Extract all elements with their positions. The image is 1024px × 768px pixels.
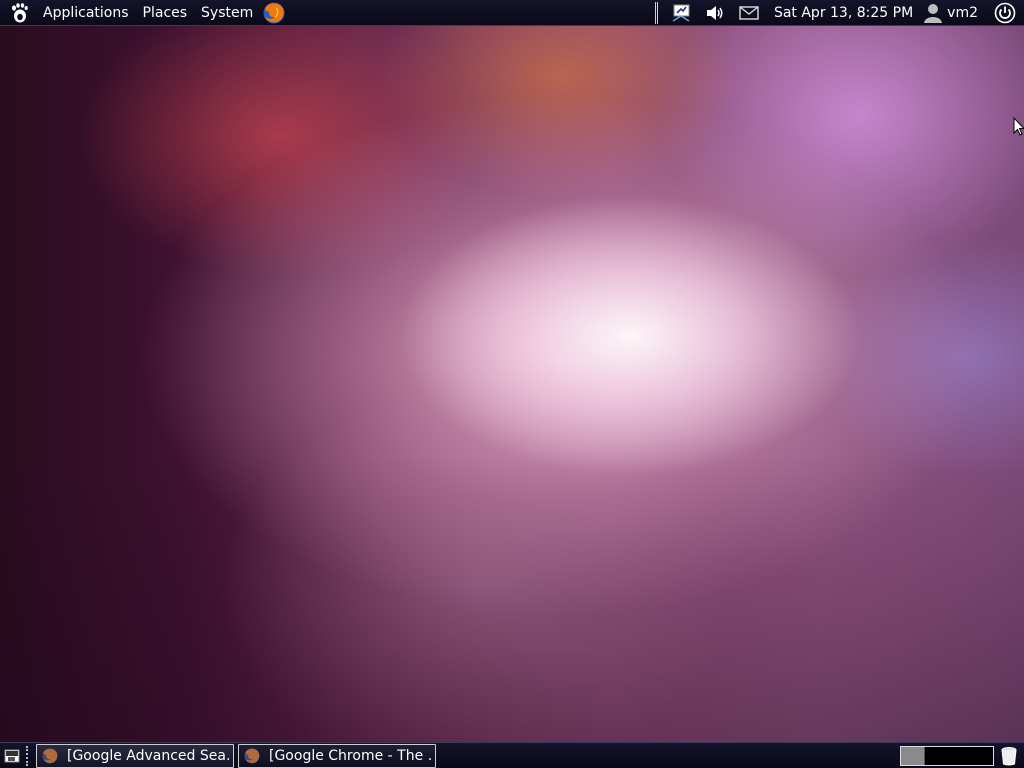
workspace-3[interactable]: [947, 746, 971, 765]
workspace-4[interactable]: [970, 746, 993, 765]
task-label: [Google Chrome - The …: [269, 747, 431, 764]
show-desktop-icon: [4, 749, 20, 762]
menu-system[interactable]: System: [194, 0, 260, 26]
task-google-advanced-search[interactable]: [Google Advanced Sea…: [36, 743, 234, 768]
user-name[interactable]: vm2: [947, 5, 978, 21]
menu-applications[interactable]: Applications: [36, 0, 136, 26]
main-menu: Applications Places System: [0, 0, 286, 25]
bottom-panel: [Google Advanced Sea… [Google Chrome - T…: [0, 742, 1024, 768]
firefox-launcher-icon[interactable]: [262, 1, 286, 25]
volume-icon[interactable]: [704, 2, 726, 24]
power-icon[interactable]: [994, 2, 1016, 24]
firefox-icon: [42, 748, 58, 763]
network-icon[interactable]: [670, 2, 692, 24]
clock[interactable]: Sat Apr 13, 8:25 PM: [774, 5, 913, 21]
mouse-pointer-icon: [1013, 117, 1024, 136]
workspace-switcher: [900, 745, 994, 766]
workspace-2[interactable]: [923, 746, 948, 765]
workspace-1[interactable]: [901, 746, 924, 765]
trash-icon[interactable]: [1000, 746, 1018, 766]
gnome-foot-icon[interactable]: [8, 2, 30, 24]
user-icon: [924, 3, 943, 23]
notification-area: Sat Apr 13, 8:25 PM vm2: [654, 0, 1024, 25]
tray-separator: [654, 1, 658, 24]
task-google-chrome[interactable]: [Google Chrome - The …: [238, 743, 436, 768]
task-label: [Google Advanced Sea…: [67, 747, 229, 764]
top-panel: Applications Places System Sat Apr 13, 8…: [0, 0, 1024, 26]
menu-places[interactable]: Places: [136, 0, 195, 26]
mail-icon[interactable]: [738, 2, 760, 24]
firefox-icon: [244, 748, 260, 763]
show-desktop-button[interactable]: [2, 746, 22, 766]
panel-handle[interactable]: [26, 745, 32, 766]
desktop-wallpaper[interactable]: [0, 26, 1024, 742]
